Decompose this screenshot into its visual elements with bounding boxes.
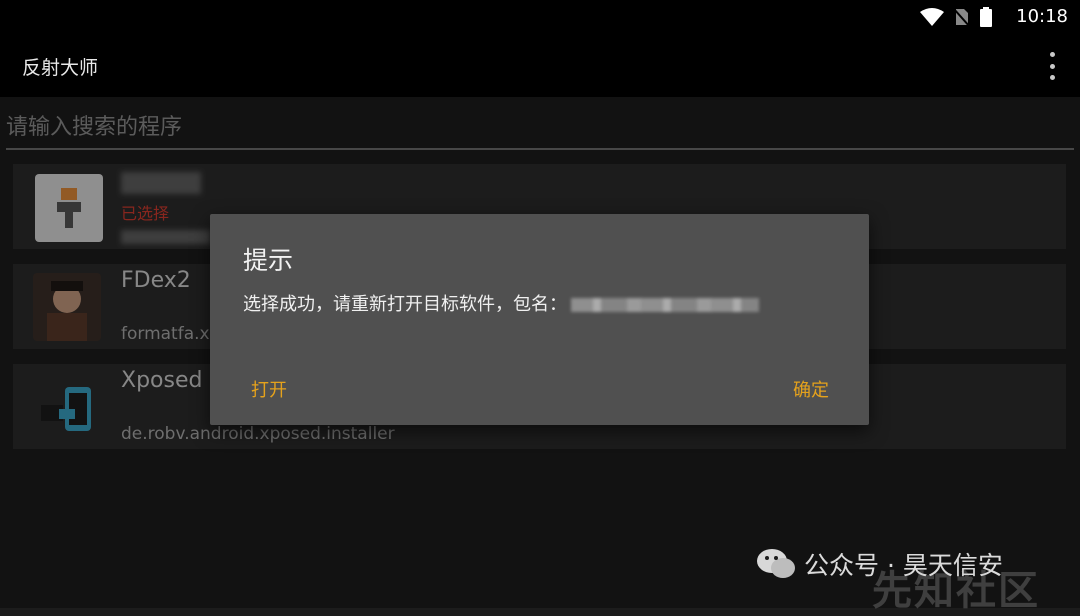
watermark-brand: 先知社区 xyxy=(872,568,1040,614)
ok-button[interactable]: 确定 xyxy=(793,376,829,402)
dialog-message: 选择成功，请重新打开目标软件，包名： xyxy=(243,290,759,316)
dialog-title: 提示 xyxy=(243,246,294,275)
redacted-package-name xyxy=(571,298,759,312)
wechat-icon xyxy=(757,549,795,578)
alert-dialog: 提示 选择成功，请重新打开目标软件，包名： 打开 确定 xyxy=(210,214,869,425)
open-button[interactable]: 打开 xyxy=(251,376,287,402)
dialog-message-text: 选择成功，请重新打开目标软件，包名： xyxy=(243,294,567,315)
